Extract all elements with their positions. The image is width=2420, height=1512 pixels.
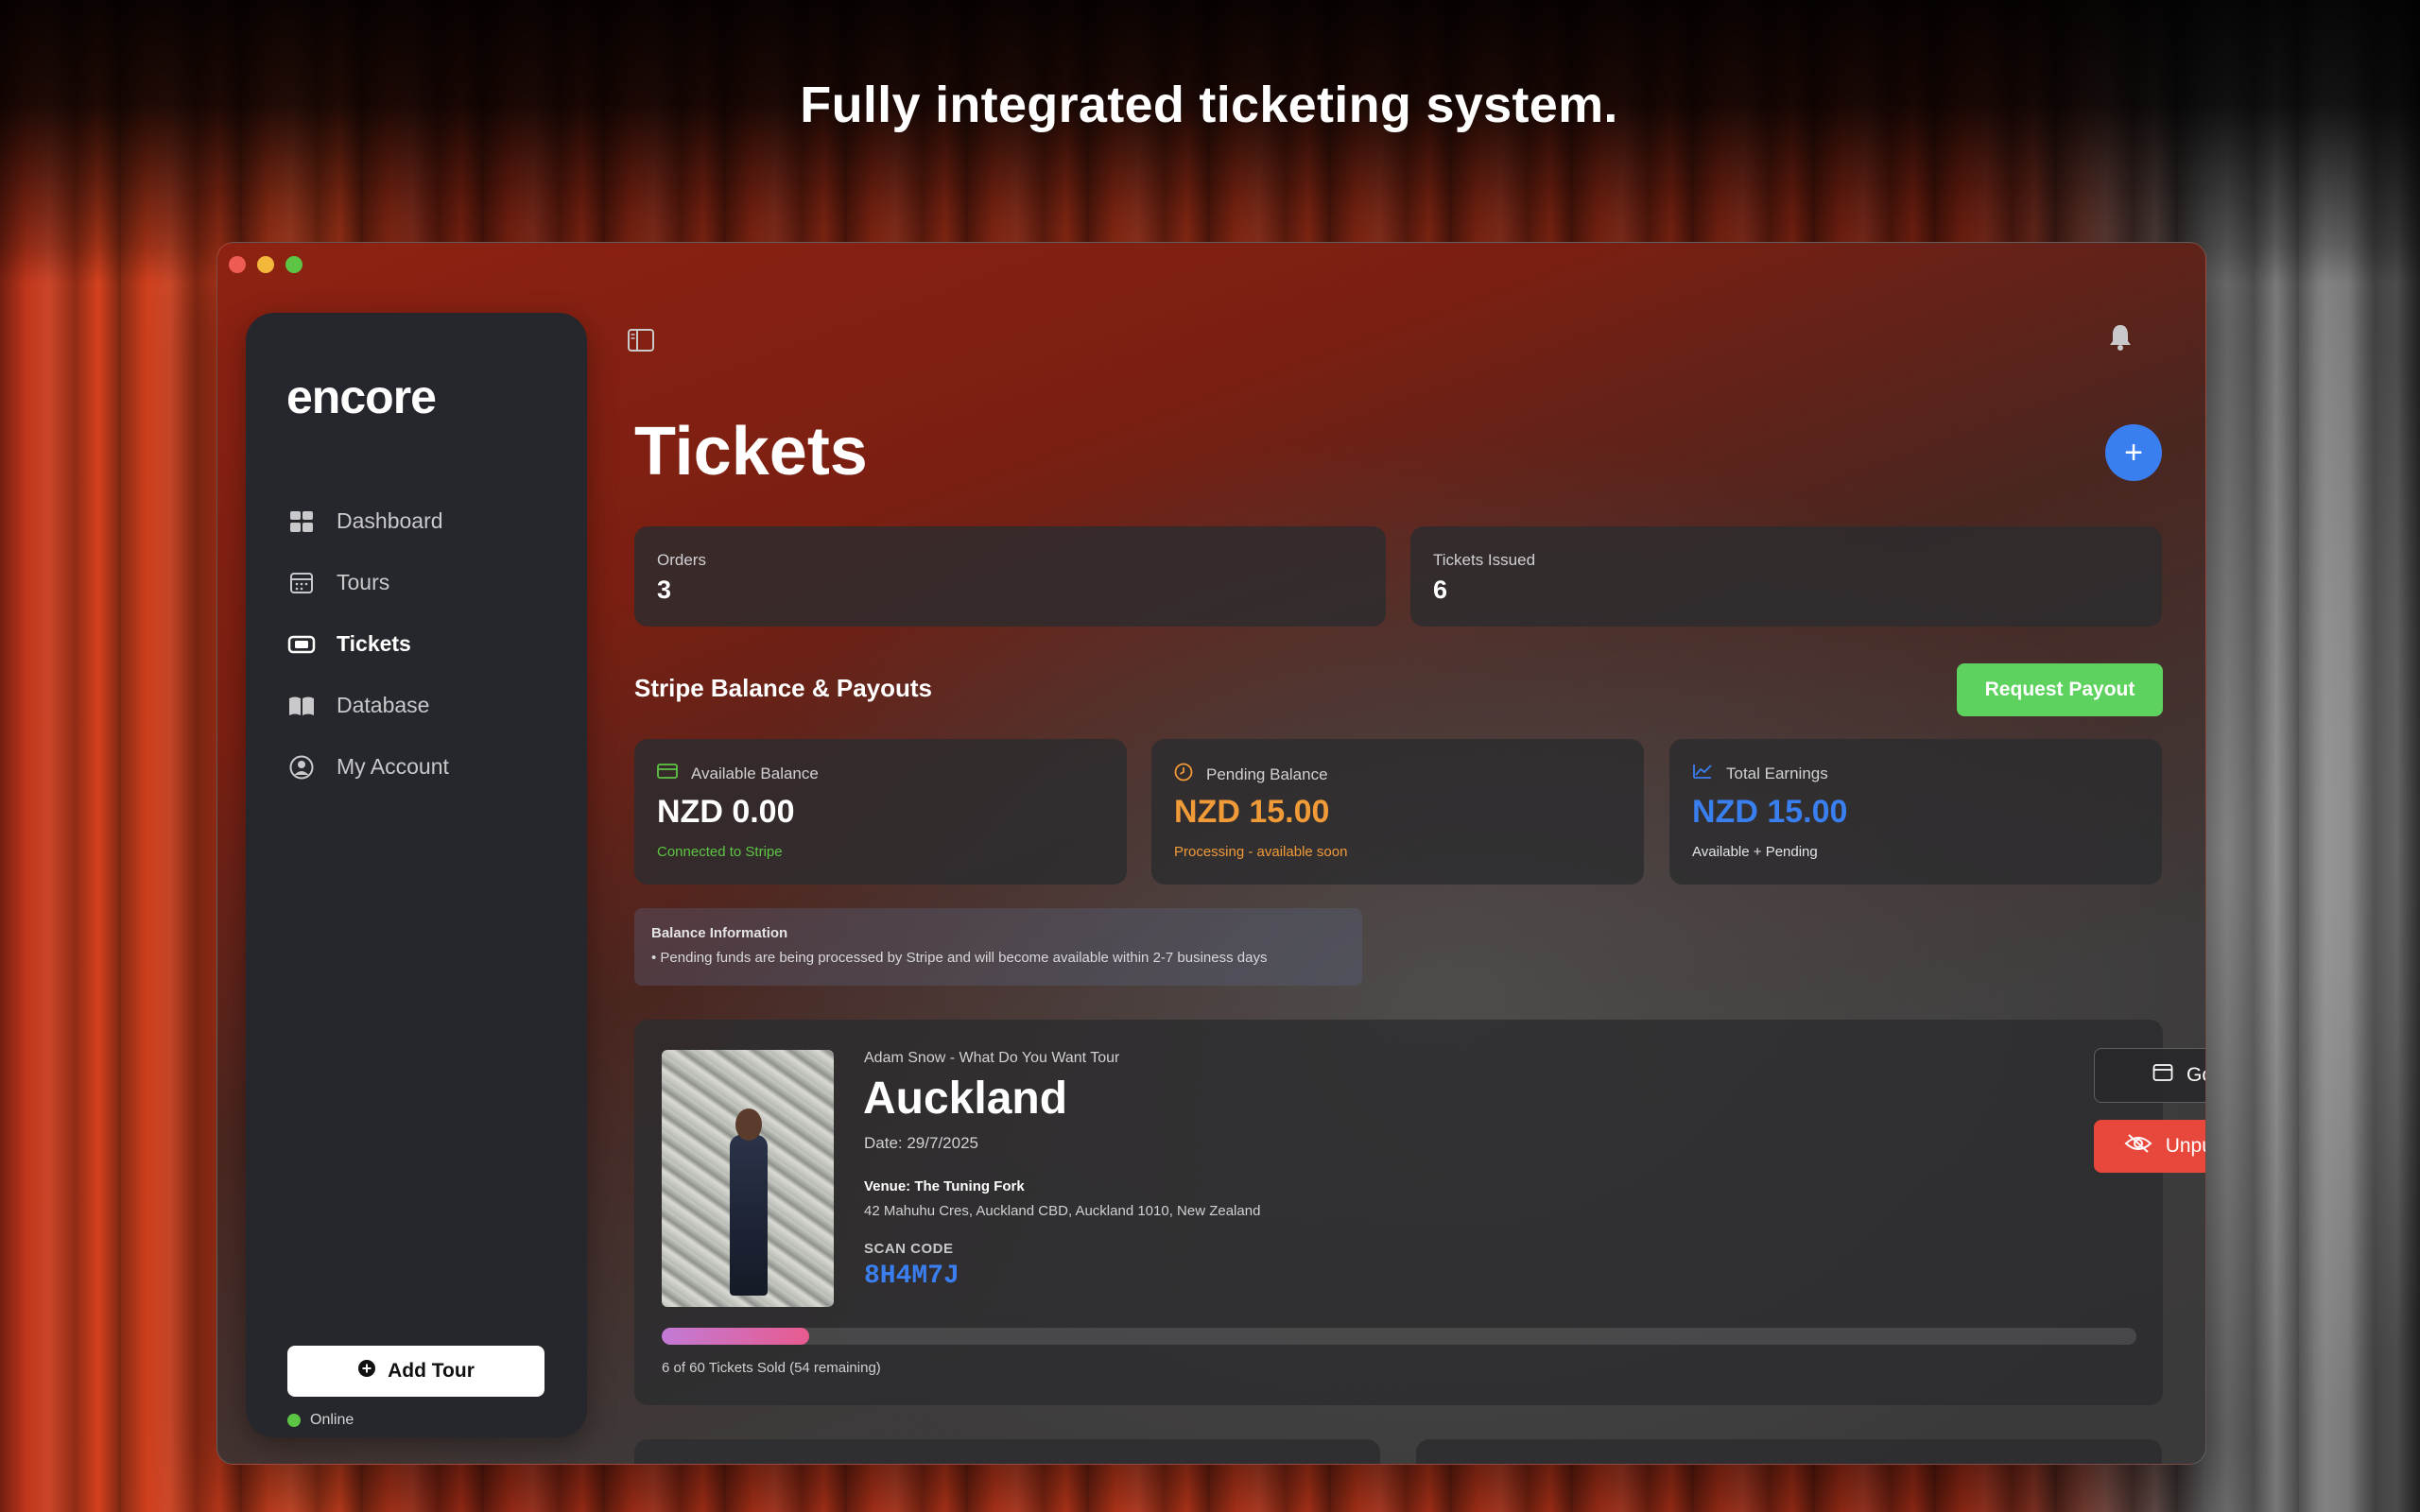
stat-label: Tickets Issued — [1433, 551, 1536, 569]
balance-subtext: Connected to Stripe — [657, 844, 783, 860]
stat-value: 6 — [1433, 576, 1448, 604]
balance-value: NZD 15.00 — [1692, 794, 1848, 830]
sidebar-item-label: My Account — [337, 754, 449, 779]
stat-label: Orders — [657, 551, 706, 569]
tickets-issued-card: Tickets Issued 6 — [1410, 526, 2162, 627]
go-to-show-label: Go To Show — [2186, 1064, 2205, 1086]
add-tour-button[interactable]: Add Tour — [287, 1346, 544, 1397]
balance-value: NZD 15.00 — [1174, 794, 1330, 830]
balance-info-box: Balance Information • Pending funds are … — [634, 908, 1362, 986]
sidebar-item-my-account[interactable]: My Account — [287, 736, 571, 798]
sidebar-item-database[interactable]: Database — [287, 675, 571, 736]
poster-head — [735, 1108, 762, 1141]
calendar-icon — [287, 569, 316, 597]
stat-value: 3 — [657, 576, 672, 604]
user-circle-icon — [287, 753, 316, 782]
go-to-show-button[interactable]: Go To Show — [2094, 1048, 2205, 1103]
balance-subtext: Processing - available soon — [1174, 844, 1348, 860]
sidebar-item-label: Tours — [337, 570, 390, 594]
marketing-headline: Fully integrated ticketing system. — [800, 77, 1618, 133]
sidebar-item-label: Database — [337, 693, 430, 717]
ticket-icon — [287, 630, 316, 659]
tickets-sold-progress — [662, 1328, 2136, 1345]
info-text: • Pending funds are being processed by S… — [651, 950, 1268, 966]
sidebar-item-label: Dashboard — [337, 508, 443, 533]
balance-label: Pending Balance — [1206, 765, 1328, 783]
bell-icon[interactable] — [2106, 322, 2135, 357]
next-show-card-peek — [634, 1439, 1380, 1464]
window-controls — [229, 256, 302, 273]
status-dot — [287, 1414, 301, 1427]
orders-card: Orders 3 — [634, 526, 1386, 627]
grid-icon — [287, 507, 316, 536]
total-earnings-card: Total Earnings NZD 15.00 Available + Pen… — [1669, 739, 2162, 885]
poster-figure — [730, 1135, 768, 1296]
sidebar-item-dashboard[interactable]: Dashboard — [287, 490, 571, 552]
tour-name: Adam Snow - What Do You Want Tour — [864, 1050, 1120, 1066]
clock-icon — [1174, 763, 1193, 786]
book-icon — [287, 692, 316, 720]
scan-code-value: 8H4M7J — [864, 1262, 959, 1291]
next-show-card-peek — [1416, 1439, 2162, 1464]
show-date: Date: 29/7/2025 — [864, 1134, 978, 1152]
close-window-button[interactable] — [229, 256, 246, 273]
plus-icon: + — [2124, 434, 2143, 471]
credit-card-icon — [657, 763, 678, 784]
scan-code-label: SCAN CODE — [864, 1241, 954, 1257]
tickets-sold-text: 6 of 60 Tickets Sold (54 remaining) — [662, 1360, 881, 1376]
balance-label: Total Earnings — [1726, 764, 1828, 782]
page-title: Tickets — [634, 414, 868, 490]
show-venue: Venue: The Tuning Fork — [864, 1178, 1025, 1194]
balance-value: NZD 0.00 — [657, 794, 795, 830]
sidebar-nav: Dashboard Tours Tickets Database My Acco… — [287, 490, 571, 798]
add-tour-label: Add Tour — [388, 1360, 475, 1382]
status-label: Online — [310, 1412, 354, 1428]
sidebar: encore Dashboard Tours Tickets Database … — [246, 313, 587, 1437]
unpublish-label: Unpublish Tickets — [2165, 1135, 2205, 1157]
balance-label: Available Balance — [691, 764, 819, 782]
sidebar-item-label: Tickets — [337, 631, 411, 656]
minimize-window-button[interactable] — [257, 256, 274, 273]
balance-subtext: Available + Pending — [1692, 844, 1818, 860]
sidebar-item-tickets[interactable]: Tickets — [287, 613, 571, 675]
unpublish-tickets-button[interactable]: Unpublish Tickets — [2094, 1120, 2205, 1173]
available-balance-card: Available Balance NZD 0.00 Connected to … — [634, 739, 1127, 885]
progress-fill — [662, 1328, 809, 1345]
balance-section-title: Stripe Balance & Payouts — [634, 674, 932, 702]
show-address: 42 Mahuhu Cres, Auckland CBD, Auckland 1… — [864, 1203, 1261, 1219]
add-button[interactable]: + — [2105, 424, 2162, 481]
eye-slash-icon — [2124, 1133, 2152, 1160]
info-title: Balance Information — [651, 925, 788, 941]
zoom-window-button[interactable] — [285, 256, 302, 273]
sidebar-item-tours[interactable]: Tours — [287, 552, 571, 613]
show-city: Auckland — [863, 1074, 1068, 1124]
request-payout-button[interactable]: Request Payout — [1957, 663, 2163, 716]
connection-status: Online — [287, 1412, 354, 1429]
sidebar-toggle-icon[interactable] — [627, 328, 655, 357]
app-logo: encore — [286, 370, 437, 423]
pending-balance-card: Pending Balance NZD 15.00 Processing - a… — [1151, 739, 1644, 885]
show-poster-image — [662, 1050, 834, 1307]
show-card: Adam Snow - What Do You Want Tour Auckla… — [634, 1020, 2205, 1405]
plus-circle-icon — [357, 1359, 376, 1383]
calendar-icon — [2152, 1063, 2173, 1088]
trend-chart-icon — [1692, 763, 1713, 784]
background-shade — [0, 0, 2420, 284]
app-window: encore Dashboard Tours Tickets Database … — [216, 242, 2206, 1465]
